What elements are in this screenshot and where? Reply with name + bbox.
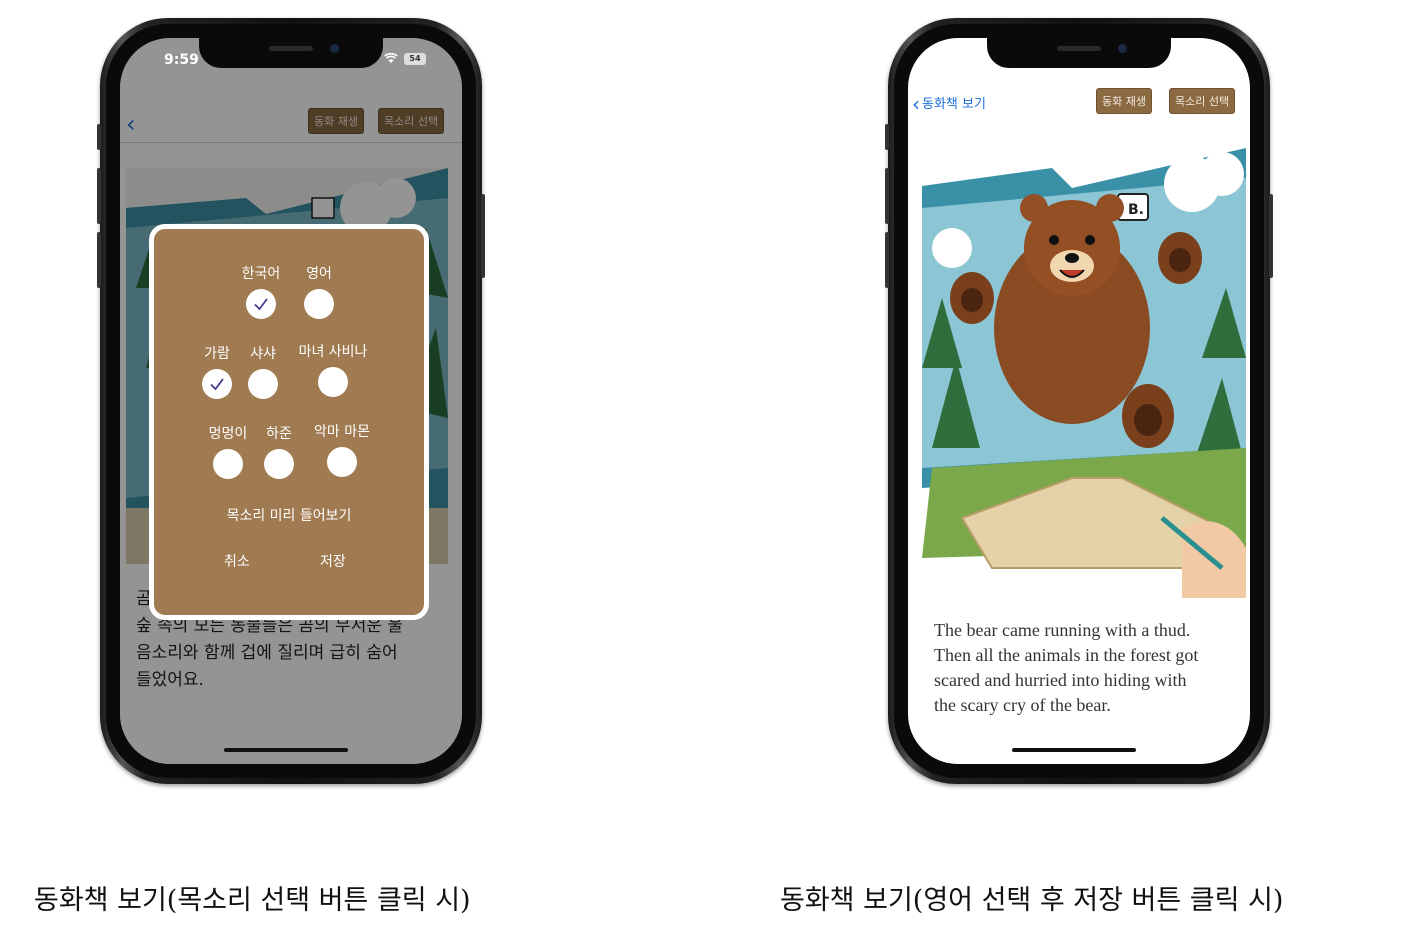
caption-left: 동화책 보기(목소리 선택 버튼 클릭 시) xyxy=(34,885,471,916)
checkmark-icon xyxy=(254,298,268,311)
voice-preview-button[interactable]: 목소리 미리 들어보기 xyxy=(154,505,424,525)
radio-korean[interactable] xyxy=(246,289,276,319)
radio-witch-sabina[interactable] xyxy=(318,367,348,397)
option-label: 샤샤 xyxy=(250,346,276,362)
mute-switch xyxy=(97,124,101,150)
screen-right: ‹ 동화책 보기 동화 재생 목소리 선택 B. The bear came r… xyxy=(908,38,1250,764)
caption-right: 동화책 보기(영어 선택 후 저장 버튼 클릭 시) xyxy=(780,885,1284,916)
story-line: The bear came running with a thud. xyxy=(934,620,1191,640)
radio-demon-mammon[interactable] xyxy=(327,447,357,477)
back-link[interactable]: ‹ 동화책 보기 xyxy=(912,92,986,116)
story-line: Then all the animals in the forest got xyxy=(934,645,1199,665)
home-indicator xyxy=(224,748,348,752)
back-label: 동화책 보기 xyxy=(922,97,986,112)
voice-select-modal: 한국어 영어 가람 샤샤 마녀 사비나 멍멍이 하준 악마 마몬 목소리 미리 … xyxy=(149,224,429,620)
option-label: 영어 xyxy=(306,266,332,282)
option-garam[interactable]: 가람 xyxy=(194,343,240,399)
status-time: 9:59 xyxy=(164,52,199,68)
volume-down-button xyxy=(97,232,101,288)
screen-left: 9:59 54 ‹ 동화 재생 목소리 선택 곰 숲 속의 모든 동물들은 곰의… xyxy=(120,38,462,764)
radio-meongmeongi[interactable] xyxy=(213,449,243,479)
option-sasha[interactable]: 샤샤 xyxy=(240,343,286,399)
option-label: 하준 xyxy=(266,426,292,442)
radio-sasha[interactable] xyxy=(248,369,278,399)
option-hajun[interactable]: 하준 xyxy=(254,423,304,479)
story-line: the scary cry of the bear. xyxy=(934,695,1111,715)
home-indicator xyxy=(1012,748,1136,752)
volume-down-button xyxy=(885,232,889,288)
option-label: 가람 xyxy=(204,346,230,362)
wifi-icon xyxy=(384,52,398,67)
battery-icon: 54 xyxy=(404,53,426,65)
option-meongmeongi[interactable]: 멍멍이 xyxy=(200,423,256,479)
power-button xyxy=(1269,194,1273,278)
cancel-button[interactable]: 취소 xyxy=(224,551,250,571)
story-text-block: The bear came running with a thud. Then … xyxy=(934,618,1244,718)
radio-english[interactable] xyxy=(304,289,334,319)
phone-frame-left: 9:59 54 ‹ 동화 재생 목소리 선택 곰 숲 속의 모든 동물들은 곰의… xyxy=(97,18,485,784)
mute-switch xyxy=(885,124,889,150)
phone-frame-right: ‹ 동화책 보기 동화 재생 목소리 선택 B. The bear came r… xyxy=(885,18,1273,784)
radio-garam[interactable] xyxy=(202,369,232,399)
select-voice-button[interactable]: 목소리 선택 xyxy=(1169,88,1236,114)
radio-hajun[interactable] xyxy=(264,449,294,479)
option-label: 한국어 xyxy=(241,266,281,282)
option-english[interactable]: 영어 xyxy=(294,263,344,319)
option-label: 멍멍이 xyxy=(208,426,248,442)
option-label: 악마 마몬 xyxy=(314,424,370,440)
illustration-sign-text: B. xyxy=(1128,202,1144,218)
option-korean[interactable]: 한국어 xyxy=(236,263,286,319)
checkmark-icon xyxy=(210,378,224,391)
volume-up-button xyxy=(97,168,101,224)
bear-illustration: B. xyxy=(922,148,1246,598)
option-witch-sabina[interactable]: 마녀 사비나 xyxy=(288,341,378,397)
notch xyxy=(199,38,383,68)
story-line: scared and hurried into hiding with xyxy=(934,670,1187,690)
back-chevron-icon: ‹ xyxy=(912,92,920,116)
power-button xyxy=(481,194,485,278)
notch xyxy=(987,38,1171,68)
option-demon-mammon[interactable]: 악마 마몬 xyxy=(306,421,378,477)
save-button[interactable]: 저장 xyxy=(320,551,346,571)
option-label: 마녀 사비나 xyxy=(298,344,368,360)
play-story-button[interactable]: 동화 재생 xyxy=(1096,88,1152,114)
volume-up-button xyxy=(885,168,889,224)
